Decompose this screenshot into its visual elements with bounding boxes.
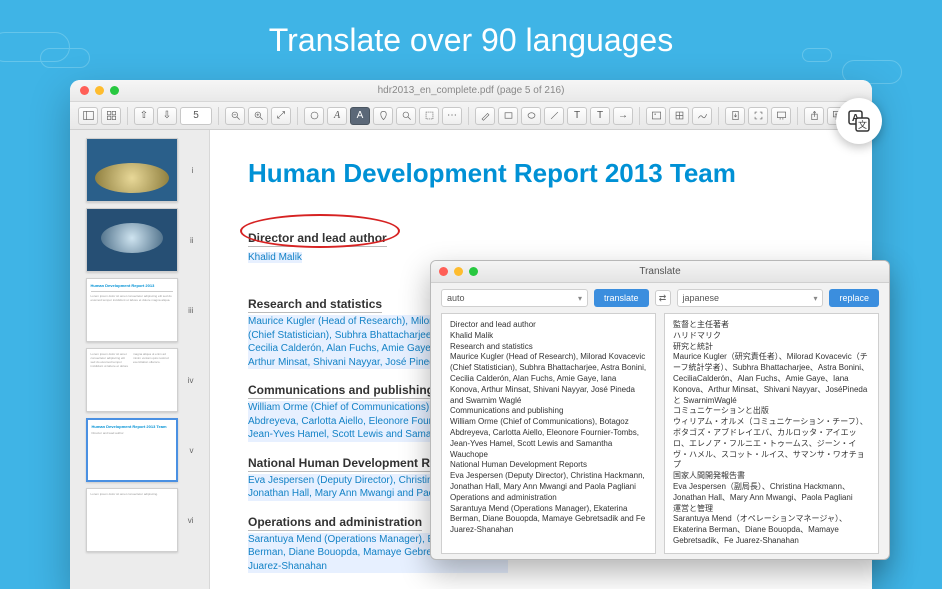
magnifier-button[interactable] [396,107,416,125]
main-toolbar: ⇧ ⇩ 5 ⤢ A A ⋯ T T → A文 [70,102,872,130]
signature-button[interactable] [692,107,712,125]
source-text-pane[interactable]: Director and lead authorKhalid MalikRese… [441,313,656,554]
export-button[interactable] [725,107,745,125]
page-number-input[interactable]: 5 [180,107,212,125]
zoom-window-button[interactable] [110,86,119,95]
page-thumbnail[interactable]: Lorem ipsum dolor sit amet consectetur a… [86,348,178,412]
pencil-tool-button[interactable] [475,107,495,125]
text-tool-button[interactable]: T [567,107,587,125]
stamp-button[interactable] [669,107,689,125]
thumbnail-sidebar: i ii Human Development Report 2013Lorem … [70,130,210,589]
window-title: hdr2013_en_complete.pdf (page 5 of 216) [378,85,565,96]
share-button[interactable] [804,107,824,125]
line-tool-button[interactable] [544,107,564,125]
thumb-label: v [184,446,194,455]
highlight-tool-button[interactable]: A [350,107,370,125]
section-heading: Operations and administration [248,515,422,531]
section-heading: Director and lead author [248,231,387,247]
fullscreen-button[interactable] [748,107,768,125]
page-thumbnail[interactable]: Human Development Report 2013 TeamDirect… [86,418,178,482]
present-button[interactable] [771,107,791,125]
translate-window-titlebar: Translate [431,261,889,283]
page-thumbnail[interactable]: Lorem ipsum dolor sit amet consectetur a… [86,488,178,552]
next-page-button[interactable]: ⇩ [157,107,177,125]
sidebar-toggle-button[interactable] [78,107,98,125]
image-button[interactable] [646,107,666,125]
fit-width-button[interactable]: ⤢ [271,107,291,125]
page-thumbnail[interactable] [86,138,178,202]
page-thumbnail[interactable] [86,208,178,272]
zoom-out-button[interactable] [225,107,245,125]
textbox-tool-button[interactable]: T [590,107,610,125]
marketing-headline: Translate over 90 languages [0,0,942,59]
minimize-window-button[interactable] [95,86,104,95]
arrow-tool-button[interactable]: → [613,107,633,125]
page-title: Human Development Report 2013 Team [248,158,834,189]
swap-languages-button[interactable]: ⇄ [655,290,671,306]
font-button[interactable]: A [327,107,347,125]
translate-window: Translate auto translate ⇄ japanese repl… [430,260,890,560]
translate-window-title: Translate [639,266,680,277]
translate-feature-callout: A文 [836,98,882,144]
close-window-button[interactable] [80,86,89,95]
section-heading: Research and statistics [248,297,382,313]
section-body: Khalid Malik [248,252,302,263]
thumbnails-view-button[interactable] [101,107,121,125]
prev-page-button[interactable]: ⇧ [134,107,154,125]
thumb-label: iv [184,376,194,385]
svg-text:文: 文 [858,119,867,130]
zoom-in-button[interactable] [248,107,268,125]
shape-circle-button[interactable] [521,107,541,125]
minimize-window-button[interactable] [454,267,463,276]
search-button[interactable] [373,107,393,125]
window-titlebar: hdr2013_en_complete.pdf (page 5 of 216) [70,80,872,102]
translate-button[interactable]: translate [594,289,649,307]
bookmark-button[interactable] [304,107,324,125]
section-heading: Communications and publishing [248,383,434,399]
zoom-window-button[interactable] [469,267,478,276]
crop-tool-button[interactable] [419,107,439,125]
snapshot-button[interactable]: ⋯ [442,107,462,125]
replace-button[interactable]: replace [829,289,879,307]
thumb-label: iii [184,306,194,315]
thumb-label: vi [184,516,194,525]
close-window-button[interactable] [439,267,448,276]
target-language-select[interactable]: japanese [677,289,824,307]
target-text-pane[interactable]: 監督と主任著者ハリドマリク研究と統計Maurice Kugler（研究責任者）、… [664,313,879,554]
source-language-select[interactable]: auto [441,289,588,307]
shape-rect-button[interactable] [498,107,518,125]
page-thumbnail[interactable]: Human Development Report 2013Lorem ipsum… [86,278,178,342]
thumb-label: ii [184,236,194,245]
thumb-label: i [184,166,194,175]
